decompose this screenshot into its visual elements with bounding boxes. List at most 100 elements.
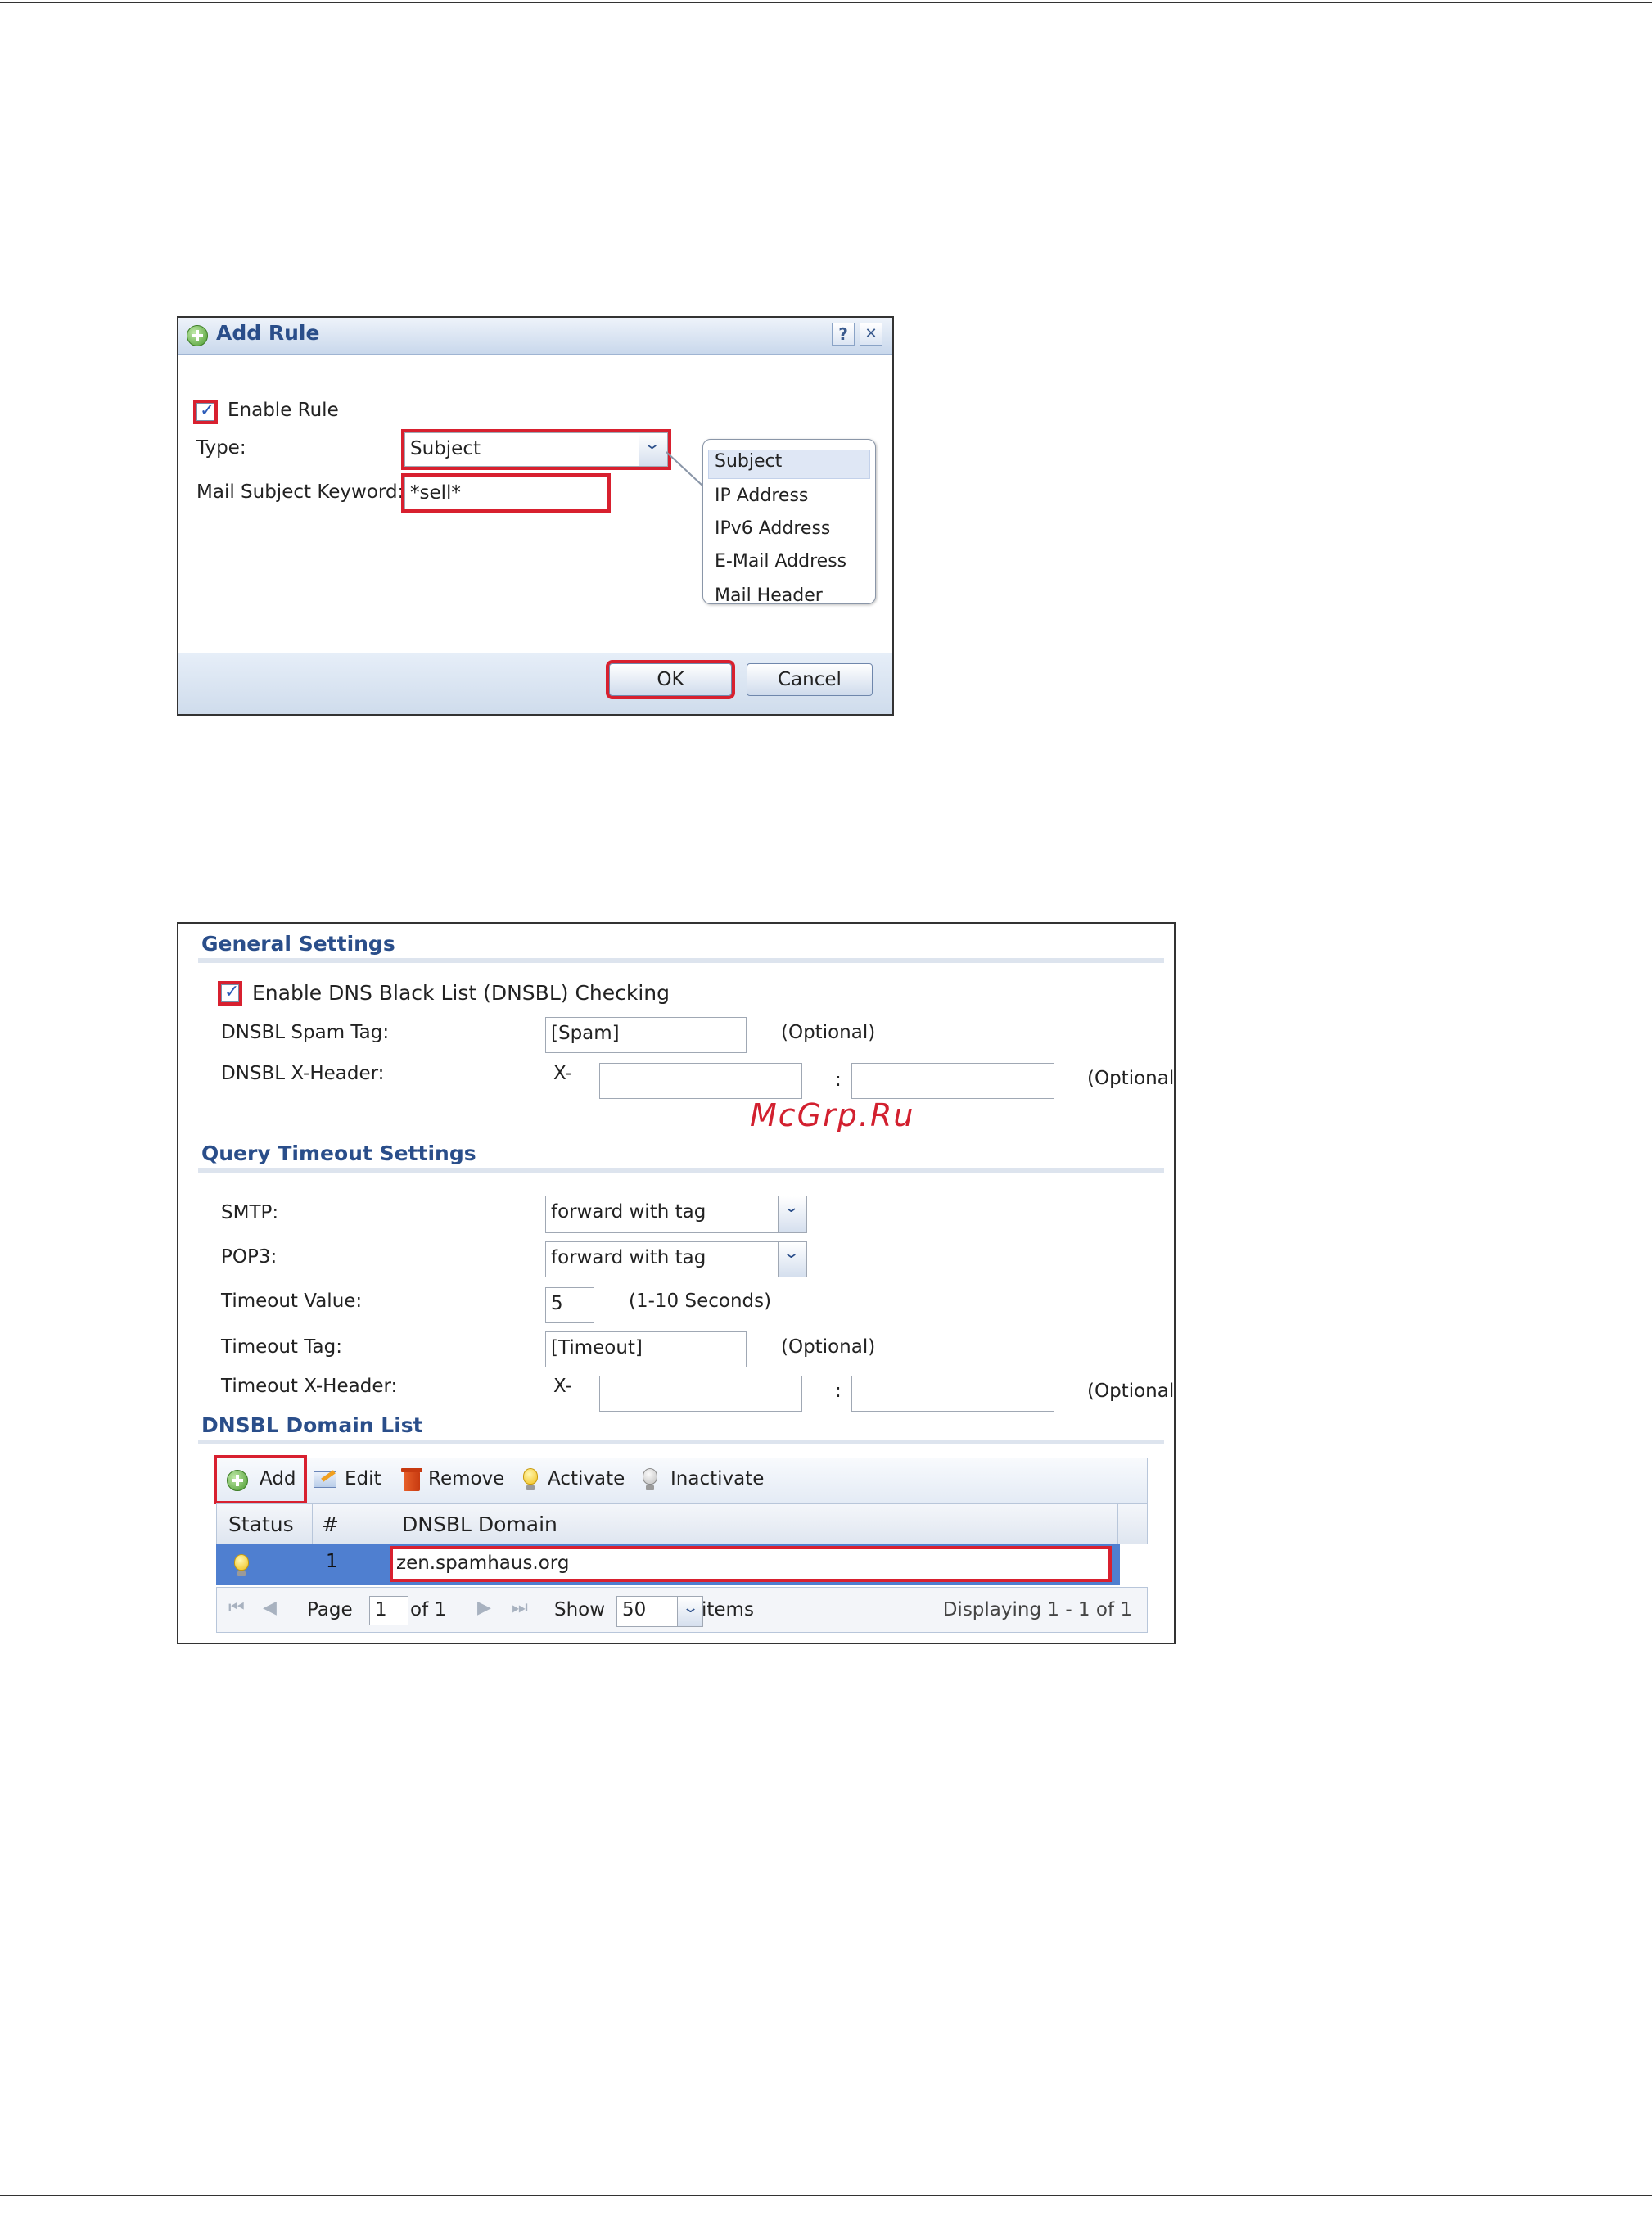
- page-input[interactable]: 1: [369, 1596, 408, 1625]
- general-settings-title: General Settings: [201, 932, 395, 956]
- trash-icon: [401, 1468, 422, 1491]
- column-index[interactable]: #: [322, 1512, 339, 1536]
- bottom-rule: [0, 2195, 1652, 2196]
- page-size-select[interactable]: 50 ⌄: [616, 1596, 703, 1627]
- pop3-label: POP3:: [221, 1246, 278, 1268]
- page-label: Page: [307, 1599, 353, 1621]
- timeout-value-input[interactable]: 5: [545, 1287, 594, 1323]
- add-button[interactable]: Add: [214, 1455, 307, 1504]
- timeout-tag-input[interactable]: [Timeout]: [545, 1331, 747, 1367]
- row-domain: zen.spamhaus.org: [396, 1553, 570, 1574]
- timeout-xheader-name-input[interactable]: [599, 1376, 802, 1412]
- domain-list-divider: [198, 1440, 1164, 1444]
- spam-tag-hint: (Optional): [781, 1022, 876, 1043]
- column-domain[interactable]: DNSBL Domain: [402, 1512, 557, 1536]
- pop3-select[interactable]: forward with tag ⌄: [545, 1241, 807, 1277]
- enable-rule-label: Enable Rule: [228, 400, 339, 421]
- timeout-value-hint: (1-10 Seconds): [629, 1291, 772, 1312]
- page-size-value: 50: [622, 1599, 647, 1621]
- timeout-tag-hint: (Optional): [781, 1336, 876, 1358]
- type-select[interactable]: Subject ⌄: [401, 429, 671, 470]
- lightbulb-off-icon: [643, 1468, 657, 1490]
- displaying-label: Displaying 1 - 1 of 1: [942, 1599, 1132, 1621]
- inactivate-label: Inactivate: [670, 1468, 765, 1489]
- domain-list-title: DNSBL Domain List: [201, 1413, 423, 1437]
- chevron-down-icon: ⌄: [782, 1245, 801, 1262]
- add-icon: [227, 1470, 248, 1491]
- dnsbl-xheader-separator: :: [835, 1069, 842, 1091]
- dnsbl-xheader-hint: (Optional): [1087, 1068, 1176, 1089]
- ok-button[interactable]: OK: [606, 660, 735, 699]
- smtp-select[interactable]: forward with tag ⌄: [545, 1196, 807, 1233]
- pagination-bar: ⏮ ◀ Page 1 of 1 ▶ ⏭ Show 50 ⌄ items Disp…: [216, 1587, 1148, 1633]
- edit-button[interactable]: Edit: [310, 1458, 392, 1501]
- option-email-address[interactable]: E-Mail Address: [715, 551, 846, 572]
- checkmark-icon: ✓: [224, 982, 240, 1002]
- add-icon: [187, 325, 208, 346]
- remove-label: Remove: [428, 1468, 505, 1489]
- add-rule-dialog: Add Rule ? ✕ ✓ Enable Rule Type: Subject…: [177, 316, 894, 716]
- type-select-arrow[interactable]: ⌄: [639, 433, 667, 466]
- row-index: 1: [326, 1551, 338, 1572]
- last-page-icon[interactable]: ⏭: [512, 1598, 528, 1618]
- dnsbl-xheader-label: DNSBL X-Header:: [221, 1063, 385, 1084]
- first-page-icon[interactable]: ⏮: [228, 1598, 245, 1618]
- status-lightbulb-icon: [234, 1554, 249, 1576]
- spam-tag-label: DNSBL Spam Tag:: [221, 1022, 390, 1043]
- dnsbl-xheader-value-input[interactable]: [851, 1063, 1054, 1099]
- activate-label: Activate: [548, 1468, 625, 1489]
- add-label: Add: [260, 1468, 296, 1489]
- page-size-arrow[interactable]: ⌄: [677, 1597, 702, 1626]
- general-settings-divider: [198, 958, 1164, 963]
- timeout-xheader-label: Timeout X-Header:: [221, 1376, 398, 1397]
- close-button[interactable]: ✕: [860, 323, 882, 346]
- column-status[interactable]: Status: [228, 1512, 294, 1536]
- table-row[interactable]: 1 zen.spamhaus.org: [216, 1544, 1120, 1585]
- dnsbl-xheader-name-input[interactable]: [599, 1063, 802, 1099]
- items-label: items: [702, 1599, 754, 1621]
- type-select-value: Subject: [410, 438, 481, 459]
- activate-button[interactable]: Activate: [517, 1458, 631, 1501]
- dnsbl-xheader-prefix: X-: [553, 1063, 572, 1084]
- dialog-body: ✓ Enable Rule Type: Subject ⌄ Mail Subje…: [182, 355, 889, 642]
- type-options-dropdown: Subject IP Address IPv6 Address E-Mail A…: [702, 439, 876, 606]
- dialog-footer: OK Cancel: [178, 653, 892, 714]
- query-timeout-title: Query Timeout Settings: [201, 1141, 476, 1165]
- top-rule: [0, 2, 1652, 3]
- dialog-title: Add Rule: [216, 321, 320, 345]
- page-count-label: of 1: [410, 1599, 447, 1621]
- pop3-select-arrow[interactable]: ⌄: [778, 1242, 806, 1277]
- enable-dnsbl-label: Enable DNS Black List (DNSBL) Checking: [252, 981, 670, 1005]
- timeout-xheader-value-input[interactable]: [851, 1376, 1054, 1412]
- chevron-down-icon: ⌄: [643, 436, 661, 453]
- type-label: Type:: [196, 437, 246, 459]
- option-ip-address[interactable]: IP Address: [715, 486, 808, 506]
- inactivate-button[interactable]: Inactivate: [636, 1458, 775, 1501]
- smtp-select-arrow[interactable]: ⌄: [778, 1196, 806, 1232]
- smtp-label: SMTP:: [221, 1202, 279, 1223]
- next-page-icon[interactable]: ▶: [477, 1598, 491, 1618]
- cancel-button[interactable]: Cancel: [747, 663, 873, 696]
- keyword-label: Mail Subject Keyword:: [196, 481, 404, 503]
- timeout-xheader-hint: (Optional): [1087, 1381, 1176, 1402]
- column-divider: [312, 1504, 313, 1544]
- option-mail-header[interactable]: Mail Header: [715, 585, 823, 606]
- column-divider: [1117, 1504, 1118, 1544]
- remove-button[interactable]: Remove: [399, 1458, 513, 1501]
- edit-label: Edit: [345, 1468, 381, 1489]
- dialog-title-bar: Add Rule ? ✕: [178, 318, 892, 355]
- option-ipv6-address[interactable]: IPv6 Address: [715, 518, 830, 539]
- enable-dnsbl-checkbox[interactable]: ✓: [218, 981, 242, 1006]
- keyword-input[interactable]: *sell*: [401, 473, 611, 513]
- timeout-tag-label: Timeout Tag:: [221, 1336, 342, 1358]
- enable-rule-checkbox[interactable]: ✓: [193, 400, 218, 424]
- lightbulb-on-icon: [523, 1468, 538, 1490]
- pop3-select-value: forward with tag: [551, 1247, 706, 1268]
- domain-list-header: Status # DNSBL Domain: [216, 1503, 1148, 1544]
- option-subject[interactable]: Subject: [715, 451, 782, 472]
- spam-tag-input[interactable]: [Spam]: [545, 1017, 747, 1053]
- edit-icon: [314, 1471, 336, 1488]
- previous-page-icon[interactable]: ◀: [263, 1598, 277, 1618]
- help-button[interactable]: ?: [832, 323, 855, 346]
- watermark-text: McGrp.Ru: [750, 1097, 915, 1133]
